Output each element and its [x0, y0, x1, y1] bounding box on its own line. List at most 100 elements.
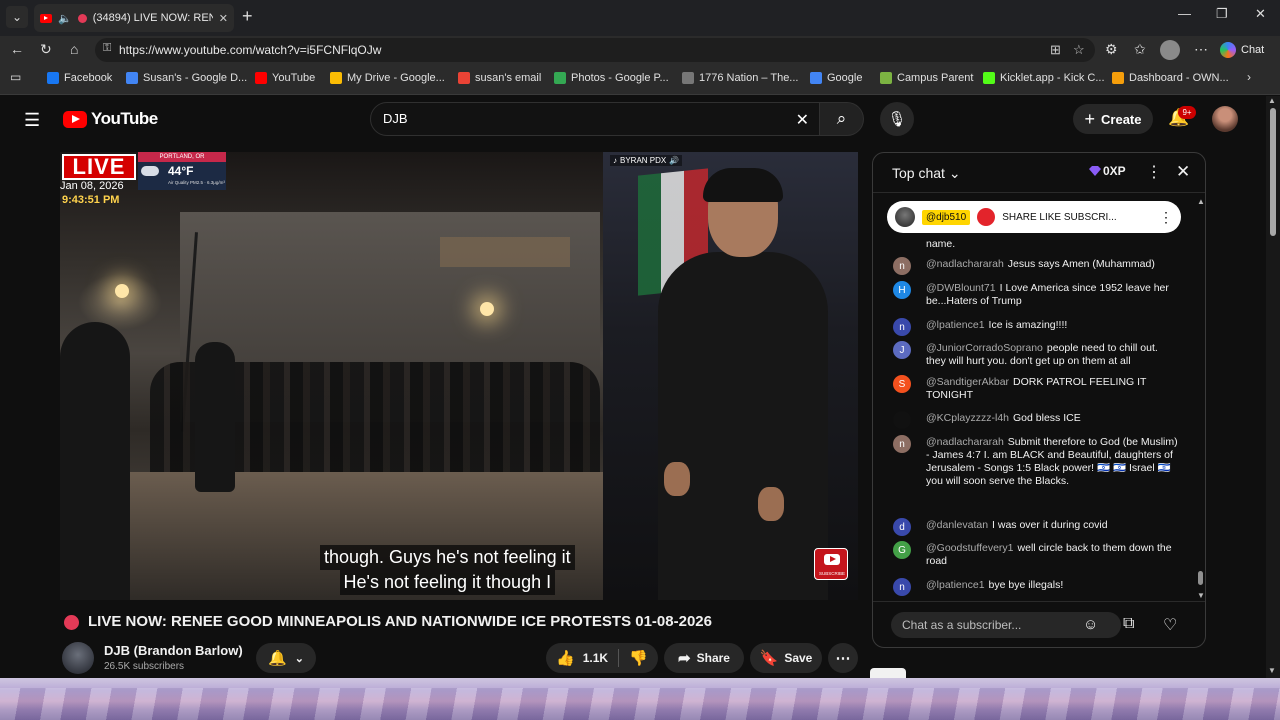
home-icon[interactable]: ⌂ — [70, 41, 78, 57]
chat-avatar[interactable]: n — [893, 435, 911, 453]
scroll-up-arrow-icon[interactable]: ▲ — [1197, 197, 1205, 206]
create-button[interactable]: + Create — [1073, 104, 1153, 134]
bookmark-google[interactable]: Google — [810, 72, 862, 84]
scroll-down-arrow-icon[interactable]: ▼ — [1197, 591, 1205, 600]
chevron-right-icon[interactable]: › — [1247, 70, 1251, 84]
chat-avatar[interactable]: G — [893, 541, 911, 559]
scroll-up-arrow-icon[interactable]: ▲ — [1268, 96, 1276, 105]
bookmark-email[interactable]: susan's email — [458, 72, 541, 84]
bookmark-dashboard[interactable]: Dashboard - OWN... — [1112, 72, 1229, 84]
red-circle-icon — [977, 208, 996, 226]
bookmark-google-docs[interactable]: Susan's - Google D... — [126, 72, 247, 84]
bookmark-label: Google — [827, 72, 863, 84]
chat-author[interactable]: @SandtigerAkbar — [926, 376, 1009, 388]
site-info-icon[interactable]: ⚿ — [103, 42, 111, 55]
account-avatar[interactable] — [1212, 106, 1238, 132]
speaker-icon[interactable]: 🔈 — [58, 12, 72, 25]
chat-mode-dropdown[interactable]: Top chat ⌄ — [892, 165, 961, 182]
pinned-handle[interactable]: @djb510 — [922, 209, 971, 225]
chat-author[interactable]: @lpatience1 — [926, 319, 985, 331]
tab-list-button[interactable]: ⌄ — [6, 6, 28, 28]
browser-tab-active[interactable]: 🔈 (34894) LIVE NOW: RENEE GOOD MINNEAPOL… — [34, 4, 234, 32]
copilot-chat-button[interactable]: Chat — [1220, 40, 1264, 60]
dislike-button[interactable]: 👎 — [619, 643, 658, 673]
url-text[interactable]: https://www.youtube.com/watch?v=i5FCNFlq… — [119, 43, 381, 57]
hamburger-menu-icon[interactable]: ☰ — [24, 110, 40, 131]
chat-avatar[interactable]: n — [893, 578, 911, 596]
chat-author[interactable]: @KCplayzzzz-l4h — [926, 412, 1009, 424]
chat-author[interactable]: @nadlachararah — [926, 436, 1004, 448]
emoji-icon[interactable]: ☺ — [1083, 616, 1098, 633]
chat-scrollbar[interactable]: ▲ ▼ — [1196, 197, 1205, 603]
chat-author[interactable]: @danlevatan — [926, 519, 988, 531]
chat-avatar[interactable]: H — [893, 281, 911, 299]
pinned-more-icon[interactable]: ⋮ — [1159, 209, 1173, 226]
pinned-message-banner[interactable]: @djb510 SHARE LIKE SUBSCRI... ⋮ — [887, 201, 1181, 233]
video-player[interactable]: LIVE PORTLAND, OR 44°F Air Quality PM2.5… — [60, 152, 858, 600]
page-scrollbar[interactable]: ▲ ▼ — [1266, 96, 1280, 678]
more-horizontal-icon: ⋯ — [835, 650, 851, 667]
bookmark-my-drive[interactable]: My Drive - Google... — [330, 72, 445, 84]
chat-avatar[interactable]: n — [893, 318, 911, 336]
chat-avatar[interactable] — [893, 411, 911, 429]
voice-search-button[interactable]: 🎙 — [880, 102, 914, 136]
new-tab-button[interactable]: + — [242, 6, 253, 27]
chat-author[interactable]: @Goodstuffevery1 — [926, 542, 1014, 554]
bookmark-1776-nation[interactable]: 1776 Nation – The... — [682, 72, 798, 84]
url-field[interactable]: ⚿ https://www.youtube.com/watch?v=i5FCNF… — [95, 38, 1095, 62]
chat-avatar[interactable]: J — [893, 341, 911, 359]
page-scroll-thumb[interactable] — [1270, 108, 1276, 236]
apps-icon[interactable]: ⊞ — [1050, 42, 1061, 58]
bookmark-kicklet[interactable]: Kicklet.app - Kick C... — [983, 72, 1105, 84]
pinned-text: SHARE LIKE SUBSCRI... — [1002, 211, 1117, 223]
share-icon: ➦ — [678, 650, 691, 667]
clear-search-icon[interactable]: ✕ — [796, 110, 809, 130]
chat-avatar[interactable]: n — [893, 257, 911, 275]
search-input[interactable] — [383, 111, 783, 126]
chat-scroll-thumb[interactable] — [1198, 571, 1203, 585]
settings-more-icon[interactable]: ⋯ — [1194, 41, 1208, 58]
back-icon[interactable]: ← — [10, 41, 24, 57]
profile-avatar[interactable] — [1160, 40, 1180, 60]
bookmark-facebook[interactable]: Facebook — [47, 72, 112, 84]
close-window-icon[interactable]: ✕ — [1255, 6, 1266, 22]
more-actions-button[interactable]: ⋯ — [828, 643, 858, 673]
bookmark-campus-parent[interactable]: Campus Parent — [880, 72, 973, 84]
maximize-icon[interactable]: ❐ — [1216, 6, 1228, 22]
bookmark-google-photos[interactable]: Photos - Google P... — [554, 72, 669, 84]
close-tab-icon[interactable]: ✕ — [219, 12, 228, 25]
youtube-logo[interactable]: YouTube — [63, 109, 158, 129]
favorite-star-icon[interactable]: ☆ — [1073, 42, 1085, 58]
favorites-icon[interactable]: ✩ — [1134, 41, 1146, 58]
heart-icon[interactable]: ♡ — [1163, 615, 1177, 635]
notification-settings-button[interactable]: 🔔 ⌄ — [256, 643, 316, 673]
subscribe-watermark-icon[interactable]: SUBSCRIBE — [814, 548, 848, 580]
minimize-icon[interactable]: — — [1178, 6, 1191, 21]
xp-indicator[interactable]: 0XP — [1089, 164, 1126, 178]
close-chat-icon[interactable]: ✕ — [1176, 162, 1190, 182]
chat-author[interactable]: @lpatience1 — [926, 579, 985, 591]
super-chat-icon[interactable]: ⧉ — [1123, 615, 1134, 633]
live-chat-panel: Top chat ⌄ 0XP ⋮ ✕ name. n @nadlacharara… — [872, 152, 1206, 648]
scroll-down-arrow-icon[interactable]: ▼ — [1268, 666, 1276, 675]
reload-icon[interactable]: ↻ — [40, 41, 52, 58]
extensions-icon[interactable]: ⚙ — [1105, 41, 1118, 58]
chat-avatar[interactable]: d — [893, 518, 911, 536]
channel-avatar[interactable] — [62, 642, 94, 674]
chat-author[interactable]: @nadlachararah — [926, 258, 1004, 270]
share-button[interactable]: ➦ Share — [664, 643, 744, 673]
chat-author[interactable]: @DWBlount71 — [926, 282, 996, 294]
like-button[interactable]: 👍 1.1K — [546, 643, 616, 673]
gmail-icon — [458, 72, 470, 84]
chat-avatar[interactable]: S — [893, 375, 911, 393]
channel-name[interactable]: DJB (Brandon Barlow) — [104, 643, 243, 658]
chat-mode-label: Top chat — [892, 165, 945, 181]
chat-author[interactable]: @JuniorCorradoSoprano — [926, 342, 1043, 354]
share-label: Share — [696, 651, 730, 665]
bookmark-youtube[interactable]: YouTube — [255, 72, 315, 84]
thumbs-up-icon: 👍 — [556, 650, 575, 667]
search-button[interactable]: ⌕ — [820, 102, 864, 136]
save-button[interactable]: 🔖 Save — [750, 643, 822, 673]
reading-list-icon[interactable]: ▭ — [10, 70, 21, 84]
chat-more-icon[interactable]: ⋮ — [1146, 162, 1162, 182]
